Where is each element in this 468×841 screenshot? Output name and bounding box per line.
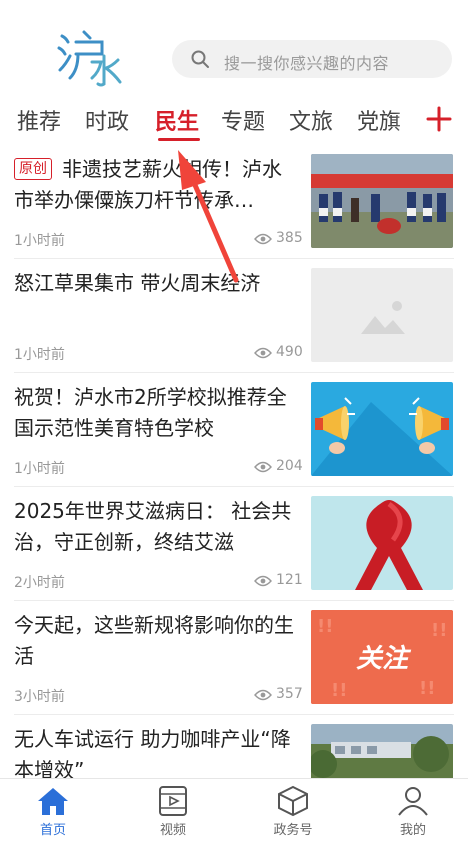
article-views: 204 bbox=[254, 458, 303, 474]
tab-recommend[interactable]: 推荐 bbox=[17, 104, 61, 136]
article-item[interactable]: 怒江草果集市 带火周末经济 1小时前 490 bbox=[0, 260, 468, 372]
article-views: 385 bbox=[254, 230, 303, 246]
tabs-fade bbox=[395, 100, 417, 142]
article-title: 今天起，这些新规将影响你的生活 bbox=[14, 613, 294, 668]
video-icon bbox=[159, 786, 187, 816]
eye-icon bbox=[254, 461, 272, 473]
article-item[interactable]: 今天起，这些新规将影响你的生活 3小时前 357 !!!! !!!! 关注 bbox=[0, 602, 468, 714]
search-icon bbox=[191, 50, 209, 68]
article-title: 原创 非遗技艺薪火相传！泸水市举办傈僳族刀杆节传承… bbox=[14, 154, 300, 216]
search-placeholder: 搜一搜你感兴趣的内容 bbox=[224, 54, 390, 73]
add-channel-icon[interactable] bbox=[426, 106, 452, 132]
views-count: 490 bbox=[276, 344, 303, 360]
views-count: 204 bbox=[276, 458, 303, 474]
article-thumbnail bbox=[311, 154, 453, 248]
nav-label: 我的 bbox=[399, 823, 426, 838]
article-item[interactable]: 2025年世界艾滋病日： 社会共治，守正创新，终结艾滋 2小时前 121 bbox=[0, 488, 468, 600]
tab-special[interactable]: 专题 bbox=[221, 104, 265, 136]
nav-gov-accounts[interactable]: 政务号 bbox=[248, 785, 338, 838]
article-title: 祝贺！泸水市2所学校拟推荐全国示范性美育特色学校 bbox=[14, 385, 287, 440]
article-title-text: 非遗技艺薪火相传！泸水市举办傈僳族刀杆节传承… bbox=[14, 157, 282, 212]
article-time: 1小时前 bbox=[14, 461, 65, 477]
cube-icon bbox=[278, 785, 308, 817]
article-time: 1小时前 bbox=[14, 233, 65, 249]
article-thumbnail bbox=[311, 382, 453, 476]
nav-profile[interactable]: 我的 bbox=[368, 785, 458, 838]
top-bar: 搜一搜你感兴趣的内容 bbox=[0, 0, 468, 100]
views-count: 357 bbox=[276, 686, 303, 702]
home-icon bbox=[38, 788, 68, 815]
active-tab-indicator bbox=[158, 138, 200, 141]
article-thumbnail bbox=[311, 496, 453, 590]
nav-label: 政务号 bbox=[273, 823, 313, 838]
tab-livelihood[interactable]: 民生 bbox=[155, 104, 199, 136]
article-item[interactable]: 原创 非遗技艺薪火相传！泸水市举办傈僳族刀杆节传承… 1小时前 385 bbox=[0, 146, 468, 258]
views-count: 385 bbox=[276, 230, 303, 246]
views-count: 121 bbox=[276, 572, 303, 588]
nav-label: 首页 bbox=[39, 823, 66, 838]
article-title: 无人车试运行 助力咖啡产业“降本增效” bbox=[14, 727, 291, 782]
article-time: 2小时前 bbox=[14, 575, 65, 591]
article-title: 怒江草果集市 带火周末经济 bbox=[14, 271, 261, 295]
article-views: 357 bbox=[254, 686, 303, 702]
nav-home[interactable]: 首页 bbox=[8, 785, 98, 838]
search-bar[interactable]: 搜一搜你感兴趣的内容 bbox=[172, 40, 452, 78]
thumbnail-caption: 关注 bbox=[355, 644, 408, 674]
article-thumbnail: !!!! !!!! 关注 bbox=[311, 610, 453, 704]
article-time: 3小时前 bbox=[14, 689, 65, 705]
article-item[interactable]: 祝贺！泸水市2所学校拟推荐全国示范性美育特色学校 1小时前 204 bbox=[0, 374, 468, 486]
divider bbox=[14, 714, 454, 715]
eye-icon bbox=[254, 347, 272, 359]
bottom-nav: 首页 视频 政务号 我的 bbox=[0, 778, 468, 841]
tab-culture-tourism[interactable]: 文旅 bbox=[289, 104, 333, 136]
divider bbox=[14, 258, 454, 259]
article-views: 490 bbox=[254, 344, 303, 360]
article-views: 121 bbox=[254, 572, 303, 588]
image-placeholder bbox=[311, 268, 453, 362]
user-icon bbox=[398, 787, 428, 816]
nav-label: 视频 bbox=[159, 823, 186, 838]
svg-text:!!: !! bbox=[419, 678, 435, 699]
divider bbox=[14, 486, 454, 487]
svg-text:!!: !! bbox=[317, 616, 333, 637]
article-time: 1小时前 bbox=[14, 347, 65, 363]
svg-text:!!: !! bbox=[331, 680, 347, 701]
original-badge: 原创 bbox=[14, 158, 52, 180]
eye-icon bbox=[254, 575, 272, 587]
nav-video[interactable]: 视频 bbox=[128, 785, 218, 838]
divider bbox=[14, 372, 454, 373]
divider bbox=[14, 600, 454, 601]
app-logo[interactable] bbox=[54, 26, 124, 88]
article-title: 2025年世界艾滋病日： 社会共治，守正创新，终结艾滋 bbox=[14, 499, 292, 554]
tab-politics[interactable]: 时政 bbox=[85, 104, 129, 136]
eye-icon bbox=[254, 689, 272, 701]
eye-icon bbox=[254, 233, 272, 245]
